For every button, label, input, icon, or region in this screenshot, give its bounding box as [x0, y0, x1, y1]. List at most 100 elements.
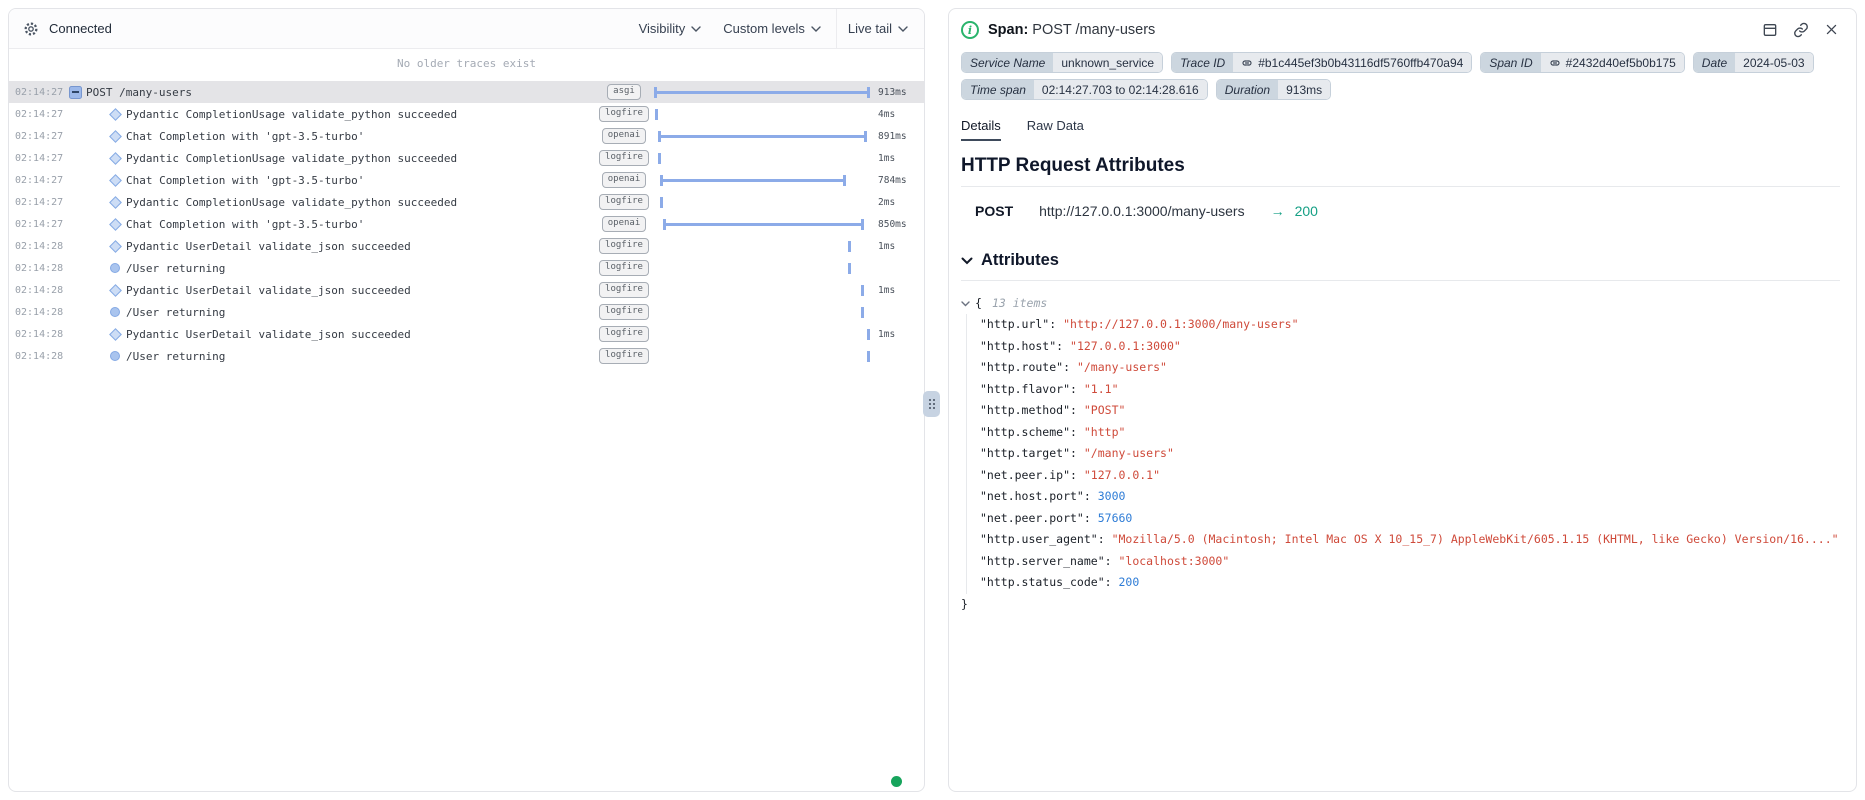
attributes-json-viewer: { 13 items "http.url": "http://127.0.0.1…	[961, 293, 1840, 615]
trace-row-label: Pydantic CompletionUsage validate_python…	[126, 152, 598, 165]
link-icon	[1549, 57, 1561, 69]
gear-icon[interactable]	[23, 21, 39, 37]
bar-start-cap	[848, 241, 851, 252]
link-icon[interactable]	[1793, 22, 1809, 38]
attribute-value: 200	[1118, 575, 1139, 589]
tag-column: logfire	[598, 326, 650, 341]
scope-tag: logfire	[599, 326, 649, 341]
tag-column: logfire	[598, 260, 650, 275]
bar-start-cap	[861, 285, 864, 296]
trace-row[interactable]: 02:14:27Chat Completion with 'gpt-3.5-tu…	[9, 125, 924, 147]
attribute-row: "http.host": "127.0.0.1:3000"	[980, 336, 1840, 358]
trace-row[interactable]: 02:14:27Pydantic CompletionUsage validat…	[9, 103, 924, 125]
bar-end-cap	[861, 219, 864, 230]
trace-row[interactable]: 02:14:27Chat Completion with 'gpt-3.5-tu…	[9, 213, 924, 235]
trace-row[interactable]: 02:14:27Pydantic CompletionUsage validat…	[9, 191, 924, 213]
live-tail-dropdown-label: Live tail	[848, 21, 892, 36]
circle-icon	[108, 305, 122, 319]
attribute-value: 3000	[1098, 489, 1126, 503]
meta-badge-value-text: unknown_service	[1061, 56, 1154, 70]
trace-row-label: Pydantic CompletionUsage validate_python…	[126, 196, 598, 209]
tag-column: logfire	[598, 150, 650, 165]
tab-raw-data[interactable]: Raw Data	[1027, 118, 1084, 141]
chevron-down-icon	[898, 26, 908, 32]
tag-column: logfire	[598, 348, 650, 363]
http-status-code: 200	[1295, 203, 1318, 219]
trace-row-duration: 891ms	[870, 131, 924, 142]
trace-row-label: /User returning	[126, 262, 598, 275]
visibility-dropdown[interactable]: Visibility	[628, 9, 713, 48]
trace-row-time: 02:14:28	[15, 263, 65, 274]
trace-rows: 02:14:27POST /many-usersasgi913ms 02:14:2…	[9, 81, 924, 367]
tag-column: logfire	[598, 194, 650, 209]
diamond-icon	[108, 327, 122, 341]
meta-badge-value-text: #b1c445ef3b0b43116df5760ffb470a94	[1258, 56, 1463, 70]
meta-badge-value[interactable]: #2432d40ef5b0b175	[1541, 53, 1684, 72]
close-icon[interactable]	[1824, 22, 1840, 38]
bar-end-cap	[843, 175, 846, 186]
span-detail-actions	[1762, 22, 1840, 38]
trace-row-duration: 4ms	[870, 109, 924, 120]
items-count: 13 items	[992, 293, 1047, 314]
trace-row[interactable]: 02:14:28/User returninglogfire	[9, 301, 924, 323]
trace-row-duration: 2ms	[870, 197, 924, 208]
attribute-row: "http.route": "/many-users"	[980, 357, 1840, 379]
trace-panel-controls: Visibility Custom levels Live tail	[628, 9, 910, 48]
attribute-row: "net.host.port": 3000	[980, 486, 1840, 508]
span-detail-panel: i Span:POST /many-users Service Nameunkn…	[948, 8, 1857, 792]
trace-row[interactable]: 02:14:27 Pydantic CompletionUsage validat…	[9, 147, 924, 169]
meta-badge: Duration913ms	[1216, 79, 1331, 100]
trace-row[interactable]: 02:14:28/User returninglogfire	[9, 345, 924, 367]
attribute-key: "http.route"	[980, 360, 1063, 374]
visibility-dropdown-label: Visibility	[639, 21, 686, 36]
trace-panel-header: Connected Visibility Custom levels Live …	[9, 9, 924, 49]
attribute-value: "Mozilla/5.0 (Macintosh; Intel Mac OS X …	[1112, 532, 1839, 546]
custom-levels-dropdown[interactable]: Custom levels	[712, 9, 832, 48]
trace-row[interactable]: 02:14:28Pydantic UserDetail validate_jso…	[9, 279, 924, 301]
minus-square-icon[interactable]	[69, 86, 82, 99]
meta-badge: Span ID#2432d40ef5b0b175	[1480, 52, 1684, 73]
panel-split-icon[interactable]	[1762, 22, 1778, 38]
grip-icon	[929, 399, 931, 401]
trace-row-time: 02:14:27	[15, 175, 65, 186]
trace-row-time: 02:14:28	[15, 351, 65, 362]
meta-badge-value: 02:14:27.703 to 02:14:28.616	[1034, 80, 1207, 99]
trace-row[interactable]: 02:14:27Chat Completion with 'gpt-3.5-tu…	[9, 169, 924, 191]
scope-tag: logfire	[599, 260, 649, 275]
meta-badge-label: Trace ID	[1172, 53, 1233, 72]
live-tail-dropdown[interactable]: Live tail	[837, 9, 910, 48]
json-root-line[interactable]: { 13 items	[961, 293, 1840, 314]
attribute-key: "net.peer.ip"	[980, 468, 1070, 482]
tag-column: asgi	[598, 84, 650, 99]
span-meta-badges: Service Nameunknown_service Trace ID #b1c4…	[961, 52, 1840, 100]
trace-row-label: /User returning	[126, 306, 598, 319]
meta-badge: Service Nameunknown_service	[961, 52, 1163, 73]
duration-bar	[654, 257, 870, 279]
panel-resize-handle[interactable]	[923, 391, 940, 417]
bar-end-cap	[864, 131, 867, 142]
attribute-value: "/many-users"	[1084, 446, 1174, 460]
meta-badge: Time span02:14:27.703 to 02:14:28.616	[961, 79, 1208, 100]
diamond-icon	[108, 173, 122, 187]
attribute-row: "net.peer.port": 57660	[980, 508, 1840, 530]
bar-line	[658, 135, 868, 138]
attribute-key: "http.flavor"	[980, 382, 1070, 396]
attribute-value: 57660	[1098, 511, 1133, 525]
trace-row[interactable]: 02:14:27POST /many-usersasgi913ms	[9, 81, 924, 103]
meta-badge-label: Duration	[1217, 80, 1278, 99]
duration-bar	[654, 169, 870, 191]
attribute-row: "http.server_name": "localhost:3000"	[980, 551, 1840, 573]
attributes-section-header[interactable]: Attributes	[961, 251, 1840, 281]
trace-row[interactable]: 02:14:28/User returninglogfire	[9, 257, 924, 279]
trace-row-label: POST /many-users	[86, 86, 598, 99]
span-kind-label: Span:	[988, 22, 1028, 38]
trace-row-duration: 1ms	[870, 241, 924, 252]
trace-row[interactable]: 02:14:28Pydantic UserDetail validate_jso…	[9, 323, 924, 345]
trace-row-time: 02:14:27	[15, 153, 65, 164]
tab-details[interactable]: Details	[961, 118, 1001, 141]
meta-badge-value[interactable]: #b1c445ef3b0b43116df5760ffb470a94	[1233, 53, 1471, 72]
tag-column: openai	[598, 216, 650, 231]
meta-badge-value: unknown_service	[1053, 53, 1162, 72]
trace-row[interactable]: 02:14:28Pydantic UserDetail validate_jso…	[9, 235, 924, 257]
trace-row-time: 02:14:28	[15, 285, 65, 296]
